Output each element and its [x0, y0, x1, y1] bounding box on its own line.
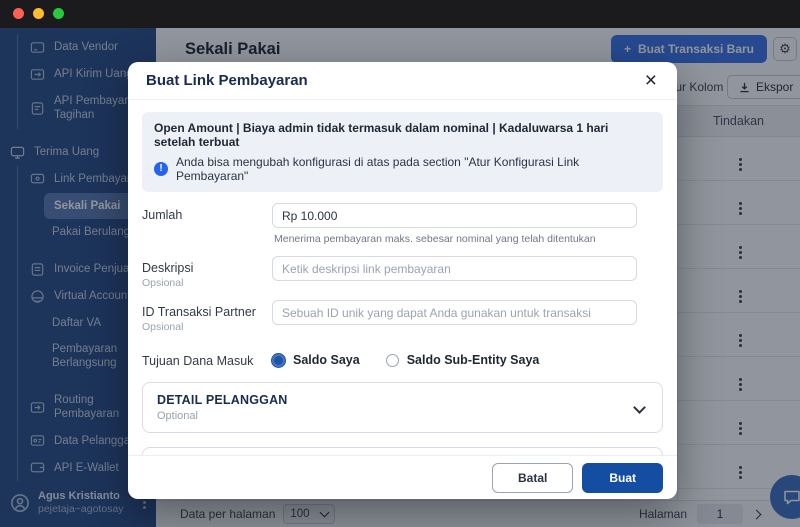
description-label: Deskripsi [142, 261, 194, 275]
window-titlebar [0, 0, 800, 28]
minimize-window-button[interactable] [33, 8, 44, 19]
radio-label: Saldo Saya [293, 353, 360, 367]
config-summary-banner: Open Amount | Biaya admin tidak termasuk… [142, 112, 663, 192]
destination-label: Tujuan Dana Masuk [142, 354, 254, 368]
amount-label: Jumlah [142, 208, 183, 222]
section-title: DETAIL PELANGGAN [157, 393, 288, 407]
radio-saldo-saya[interactable]: Saldo Saya [272, 353, 360, 367]
radio-saldo-sub-entity[interactable]: Saldo Sub-Entity Saya [385, 353, 540, 367]
info-icon: ! [154, 162, 168, 176]
create-button[interactable]: Buat [582, 462, 663, 493]
banner-info-text: Anda bisa mengubah konfigurasi di atas p… [176, 155, 580, 183]
modal-footer: Batal Buat [128, 455, 677, 499]
description-optional-tag: Opsional [142, 277, 184, 289]
zoom-window-button[interactable] [53, 8, 64, 19]
payment-config-section-toggle[interactable]: ATUR KONFIGURASI PEMBAYARAN Jenis Nomina… [142, 447, 663, 455]
partner-id-input[interactable] [272, 300, 637, 325]
radio-unselected-icon [385, 353, 399, 367]
modal-body: Open Amount | Biaya admin tidak termasuk… [128, 100, 677, 455]
radio-selected-icon [272, 353, 285, 367]
banner-summary-text: Open Amount | Biaya admin tidak termasuk… [154, 121, 609, 149]
section-subtitle: Optional [157, 410, 198, 422]
modal-header: Buat Link Pembayaran × [128, 62, 677, 100]
chevron-down-icon [633, 401, 646, 414]
partner-id-optional-tag: Opsional [142, 321, 184, 333]
close-icon[interactable]: × [643, 70, 659, 91]
customer-detail-section-toggle[interactable]: DETAIL PELANGGAN Optional [142, 382, 663, 433]
description-input[interactable] [272, 256, 637, 281]
destination-balance-row: Tujuan Dana Masuk Saldo Saya Saldo Sub-E… [142, 349, 663, 368]
amount-helper-text: Menerima pembayaran maks. sebesar nomina… [274, 233, 596, 245]
description-field-row: Deskripsi Opsional [142, 256, 663, 289]
amount-field-row: Jumlah Menerima pembayaran maks. sebesar… [142, 203, 663, 245]
partner-id-label: ID Transaksi Partner [142, 305, 256, 319]
cancel-button[interactable]: Batal [491, 462, 574, 493]
create-payment-link-modal: Buat Link Pembayaran × Open Amount | Bia… [128, 62, 677, 499]
partner-transaction-id-row: ID Transaksi Partner Opsional [142, 300, 663, 333]
close-window-button[interactable] [13, 8, 24, 19]
radio-label: Saldo Sub-Entity Saya [406, 353, 540, 367]
amount-input[interactable] [272, 203, 637, 228]
modal-title: Buat Link Pembayaran [146, 72, 308, 89]
